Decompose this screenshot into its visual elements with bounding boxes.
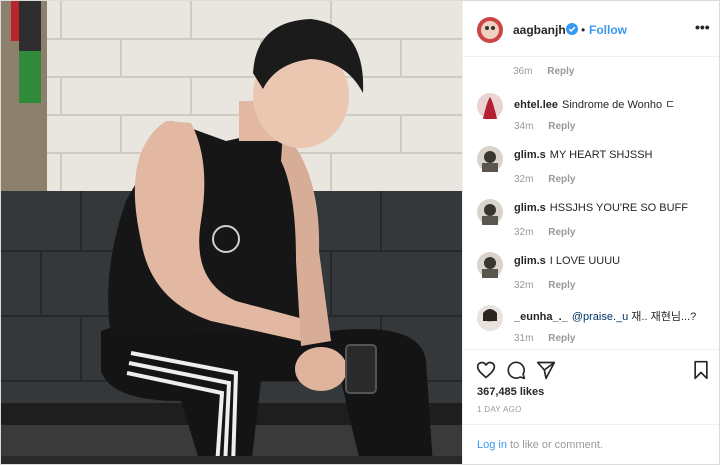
- comment-item: ehtel.lee Sindrome de Wonho ㄷ 34m Reply: [477, 93, 713, 143]
- comment-body: 재.. 재현님...?: [631, 311, 697, 323]
- commenter-username[interactable]: _eunha_._: [514, 311, 568, 323]
- comment-meta: 32m Reply: [514, 227, 575, 238]
- likes-count[interactable]: 367,485 likes: [477, 386, 544, 398]
- author-avatar[interactable]: [477, 17, 503, 43]
- commenter-avatar[interactable]: [477, 146, 503, 172]
- instagram-post: aagbanjh • Follow ••• 36m Reply ehtel.le…: [0, 0, 720, 465]
- comment-text-line: glim.s MY HEART SHJSSH: [514, 149, 653, 161]
- verified-icon: [566, 23, 578, 35]
- post-sidebar: aagbanjh • Follow ••• 36m Reply ehtel.le…: [462, 1, 719, 464]
- commenter-username[interactable]: glim.s: [514, 149, 546, 161]
- comment-icon[interactable]: [506, 360, 526, 380]
- comment-body: I LOVE UUUU: [549, 255, 621, 267]
- login-prompt-rest: to like or comment.: [506, 439, 603, 451]
- login-prompt-text: Log in to like or comment.: [477, 439, 603, 451]
- comment-body: Sindrome de Wonho ㄷ: [562, 99, 676, 111]
- commenter-avatar[interactable]: [477, 305, 503, 331]
- comment-time: 32m: [514, 174, 534, 185]
- separator-dot: •: [581, 23, 586, 37]
- comment-item: glim.s MY HEART SHJSSH 32m Reply: [477, 146, 713, 196]
- commenter-avatar[interactable]: [477, 93, 503, 119]
- follow-button[interactable]: Follow: [589, 23, 627, 37]
- comment-meta: 31m Reply: [514, 333, 575, 344]
- reply-button[interactable]: Reply: [548, 280, 575, 291]
- comment-text-line: _eunha_._ @praise._u 재.. 재현님...?: [514, 308, 696, 324]
- reply-button[interactable]: Reply: [547, 66, 574, 77]
- more-icon[interactable]: •••: [695, 19, 710, 35]
- comment-item: _eunha_._ @praise._u 재.. 재현님...? 31m Repl…: [477, 305, 713, 355]
- commenter-username[interactable]: ehtel.lee: [514, 99, 558, 111]
- commenter-username[interactable]: glim.s: [514, 255, 546, 267]
- comment-time: 31m: [514, 333, 534, 344]
- reply-button[interactable]: Reply: [548, 174, 575, 185]
- comment-meta: 32m Reply: [514, 280, 575, 291]
- comment-time: 32m: [514, 280, 534, 291]
- reply-button[interactable]: Reply: [548, 121, 575, 132]
- comment-mention[interactable]: @praise._u: [572, 311, 628, 323]
- commenter-username[interactable]: glim.s: [514, 202, 546, 214]
- comment-text-line: glim.s I LOVE UUUU: [514, 255, 620, 267]
- post-timestamp: 1 DAY AGO: [477, 405, 522, 414]
- reply-button[interactable]: Reply: [548, 227, 575, 238]
- post-actions: 367,485 likes 1 DAY AGO Log in to like o…: [463, 349, 719, 464]
- comment-time: 36m: [513, 66, 533, 77]
- bookmark-icon[interactable]: [692, 360, 710, 380]
- comment-body: HSSJHS YOU'RE SO BUFF: [549, 202, 688, 214]
- commenter-avatar[interactable]: [477, 252, 503, 278]
- comment-meta: 32m Reply: [514, 174, 575, 185]
- author-username[interactable]: aagbanjh: [513, 23, 566, 37]
- post-header: aagbanjh • Follow •••: [463, 1, 719, 57]
- comment-body: MY HEART SHJSSH: [549, 149, 653, 161]
- comment-text-line: ehtel.lee Sindrome de Wonho ㄷ: [514, 96, 675, 112]
- comment-time: 34m: [514, 121, 534, 132]
- commenter-avatar[interactable]: [477, 199, 503, 225]
- comment-time: 32m: [514, 227, 534, 238]
- share-icon[interactable]: [536, 360, 556, 380]
- comment-item: glim.s HSSJHS YOU'RE SO BUFF 32m Reply: [477, 199, 713, 249]
- login-link[interactable]: Log in: [477, 439, 507, 451]
- first-comment-meta: 36m Reply: [513, 66, 574, 77]
- reply-button[interactable]: Reply: [548, 333, 575, 344]
- comment-meta: 34m Reply: [514, 121, 575, 132]
- gym-photo-illustration: [1, 1, 462, 464]
- post-photo[interactable]: [1, 1, 462, 464]
- login-prompt: Log in to like or comment.: [463, 424, 719, 464]
- heart-icon[interactable]: [476, 360, 496, 380]
- comment-item: glim.s I LOVE UUUU 32m Reply: [477, 252, 713, 302]
- comment-text-line: glim.s HSSJHS YOU'RE SO BUFF: [514, 202, 688, 214]
